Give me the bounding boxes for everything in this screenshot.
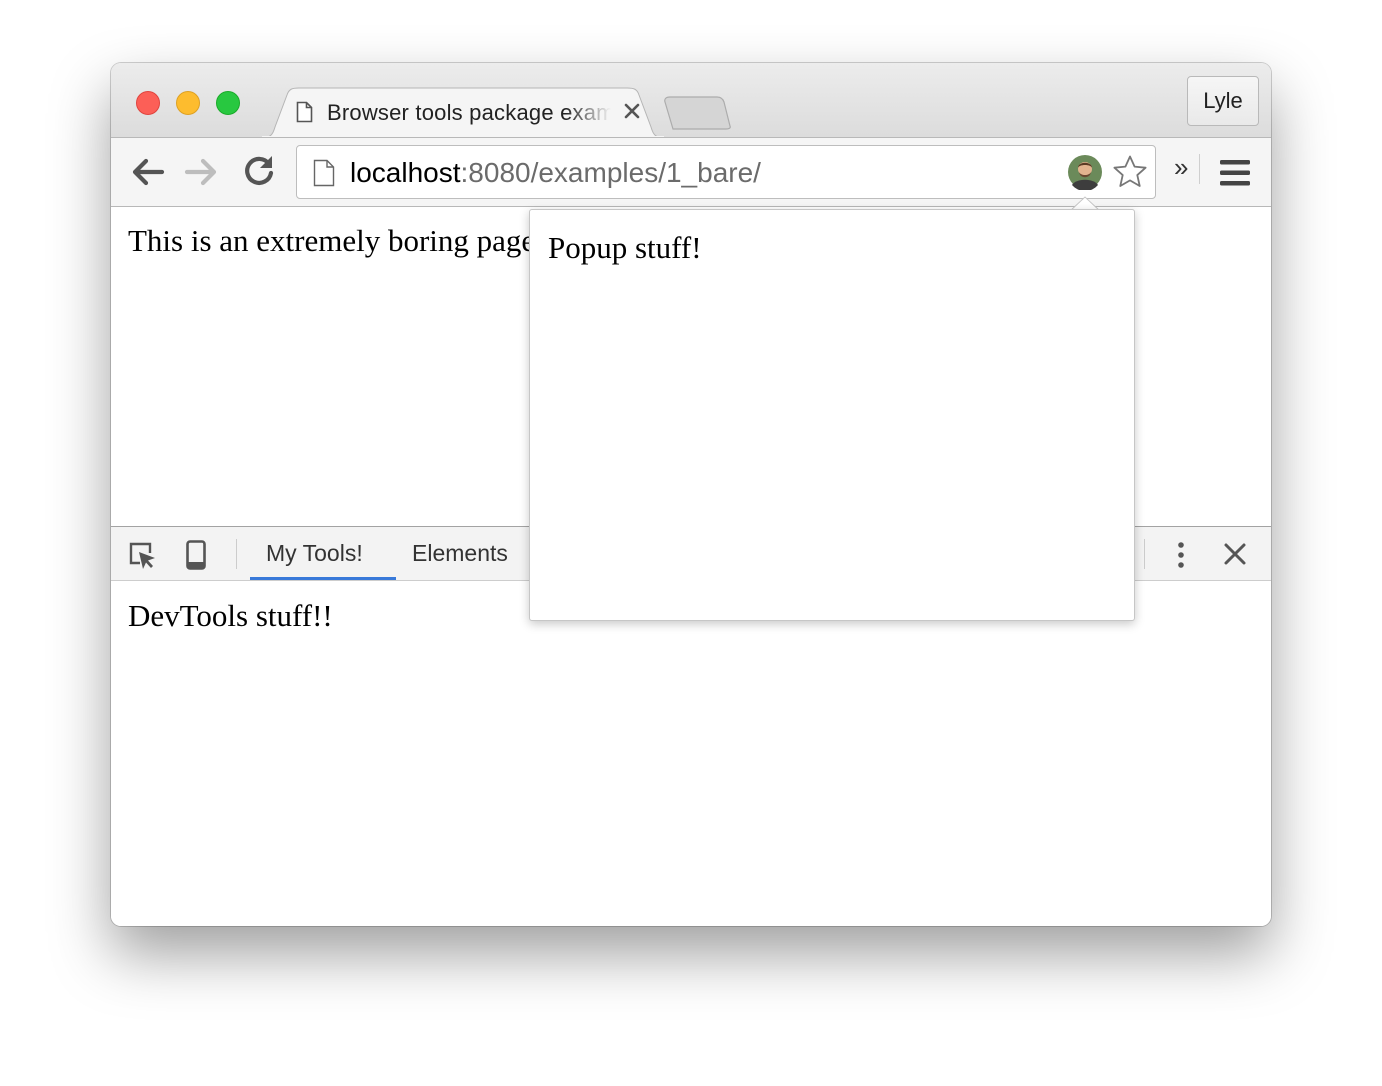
devtools-close-icon[interactable]	[1223, 542, 1247, 571]
active-tab-indicator	[250, 577, 396, 580]
tab-close-icon[interactable]	[621, 100, 643, 122]
extensions-overflow-button[interactable]: »	[1174, 152, 1188, 183]
bookmark-star-icon[interactable]	[1112, 154, 1148, 195]
popup-text: Popup stuff!	[548, 230, 702, 265]
kebab-menu-icon[interactable]	[1176, 541, 1186, 574]
forward-arrow-icon[interactable]	[184, 156, 220, 193]
devtools-divider	[1144, 539, 1145, 569]
tab-elements[interactable]: Elements	[412, 540, 508, 567]
minimize-window-button[interactable]	[176, 91, 200, 115]
devtools-divider	[236, 539, 237, 569]
back-arrow-icon[interactable]	[129, 156, 165, 193]
document-icon	[313, 159, 335, 192]
toolbar-divider	[1199, 154, 1200, 184]
extension-popup: Popup stuff!	[529, 209, 1135, 621]
zoom-window-button[interactable]	[216, 91, 240, 115]
tab-my-tools[interactable]: My Tools!	[266, 540, 363, 567]
profile-button[interactable]: Lyle	[1187, 76, 1259, 126]
device-mode-icon[interactable]	[186, 540, 206, 575]
page-body-text: This is an extremely boring page.	[128, 223, 543, 258]
address-bar[interactable]: localhost:8080/examples/1_bare/	[296, 145, 1156, 199]
devtools-body-text: DevTools stuff!!	[128, 598, 333, 633]
new-tab-button[interactable]	[663, 96, 731, 130]
reload-icon[interactable]	[242, 154, 276, 193]
inspect-element-icon[interactable]	[128, 541, 158, 576]
document-icon	[296, 101, 313, 128]
url-text: localhost:8080/examples/1_bare/	[350, 157, 761, 189]
chrome-menu-icon[interactable]	[1220, 160, 1250, 191]
url-path: :8080/examples/1_bare/	[460, 157, 761, 188]
extension-avatar-icon[interactable]	[1067, 154, 1103, 195]
close-window-button[interactable]	[136, 91, 160, 115]
tab-strip: Browser tools package example Lyle	[111, 63, 1271, 138]
tab-title: Browser tools package example	[327, 100, 611, 125]
tab-active[interactable]: Browser tools package example	[261, 87, 665, 138]
url-host: localhost	[350, 157, 461, 188]
